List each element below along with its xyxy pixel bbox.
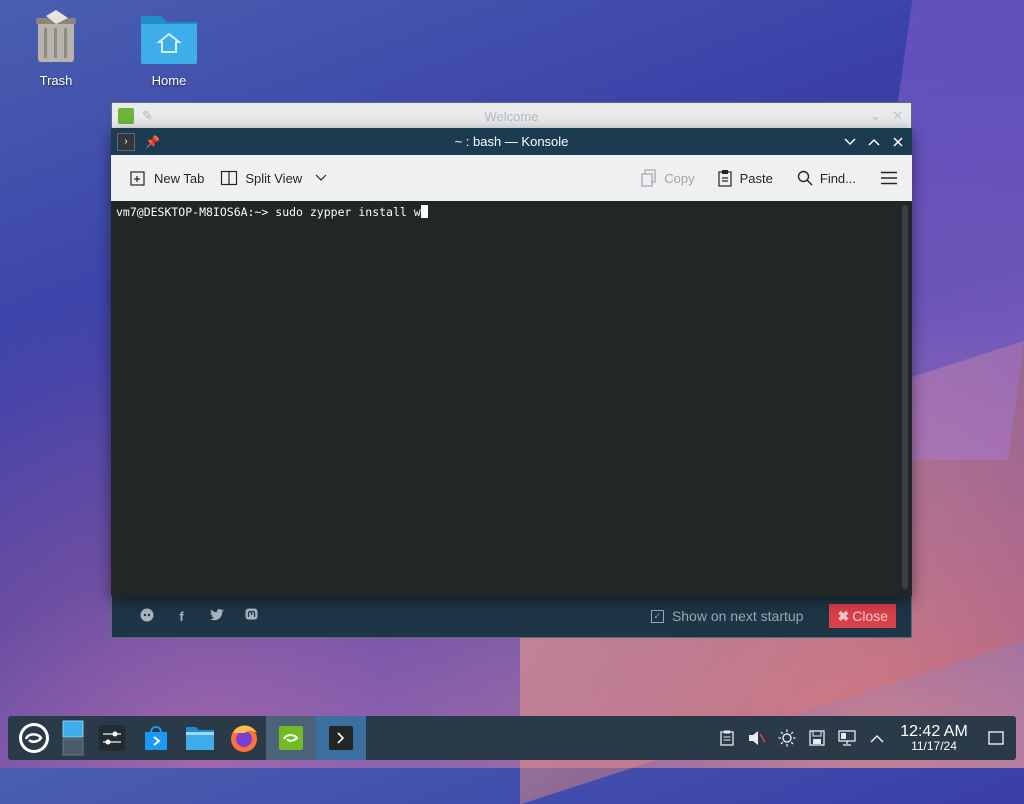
taskbar-opensuse-welcome[interactable] [266,716,316,760]
taskbar-system-settings[interactable] [90,716,134,760]
terminal-cursor [420,205,428,218]
tray-network[interactable] [832,716,862,760]
network-wired-icon [838,730,856,746]
konsole-titlebar[interactable]: › 📌 ~ : bash — Konsole [111,128,912,155]
close-button[interactable] [886,130,910,154]
firefox-icon [231,725,257,752]
desktop-icon-label: Trash [39,73,73,88]
save-disk-icon [809,730,825,746]
trash-icon [36,10,76,62]
tray-brightness[interactable] [772,716,802,760]
terminal-command: sudo zypper install w [275,205,421,219]
opensuse-launcher-icon [19,723,49,753]
chevron-down-icon[interactable] [315,174,327,182]
taskbar-dolphin[interactable] [178,716,222,760]
tray-disks[interactable] [802,716,832,760]
taskbar: 12:42 AM 11/17/24 [8,716,1016,760]
split-view-button[interactable]: Split View [212,162,335,194]
copy-label: Copy [664,170,695,186]
close-button-label: Close [852,608,888,624]
reddit-icon[interactable] [129,608,164,625]
chevron-up-icon [870,734,884,743]
tray-volume[interactable] [742,716,772,760]
desktop-icon-trash[interactable]: Trash [16,10,96,88]
discover-store-icon [145,726,167,750]
copy-icon [641,169,656,187]
opensuse-welcome-icon [279,726,303,750]
show-on-startup-label: Show on next startup [671,608,804,624]
taskbar-konsole[interactable] [316,716,366,760]
find-button[interactable]: Find... [789,162,864,194]
split-view-icon [221,170,238,186]
copy-button[interactable]: Copy [633,162,702,194]
konsole-app-icon[interactable]: › [117,132,135,151]
digital-clock[interactable]: 12:42 AM 11/17/24 [892,723,976,753]
virtual-desktop-icon [62,720,84,756]
chevron-up-icon [868,138,880,146]
new-tab-button[interactable]: New Tab [121,162,212,194]
chevron-down-icon[interactable]: ⌄ [870,108,881,124]
pager-widget[interactable] [56,716,90,760]
welcome-titlebar[interactable]: ✎ Welcome ⌄ ✕ [112,103,911,129]
tray-expand-button[interactable] [862,716,892,760]
show-desktop-button[interactable] [976,716,1016,760]
clock-date: 11/17/24 [911,739,957,753]
settings-sliders-icon [99,725,125,751]
close-button[interactable]: ✖ Close [829,604,896,628]
close-icon: ✖ [837,607,850,624]
hamburger-menu-icon [881,171,897,185]
hamburger-menu-button[interactable] [872,162,906,194]
clock-time: 12:42 AM [900,723,968,740]
paste-button[interactable]: Paste [709,162,781,194]
welcome-title: Welcome [484,108,539,124]
terminal-icon [329,726,353,750]
terminal-scrollbar[interactable] [902,205,908,589]
desktop-icon-label: Home [151,73,187,88]
terminal-prompt: vm7@DESKTOP-M8IOS6A:~> [116,205,269,219]
desktop-icon-home[interactable]: Home [129,10,209,88]
folder-home-icon [141,16,197,64]
konsole-toolbar: New Tab Split View Copy Paste Find... [111,155,912,202]
volume-muted-icon [749,731,766,745]
konsole-window: › 📌 ~ : bash — Konsole New Tab Split Vie… [111,128,912,596]
split-view-label: Split View [245,170,303,186]
pin-icon[interactable]: 📌 [145,135,160,149]
welcome-footer: f ✓ Show on next startup ✖ Close [112,595,911,637]
chevron-down-icon [844,137,856,145]
maximize-button[interactable] [862,130,886,154]
search-icon [797,170,813,186]
twitter-icon[interactable] [199,608,234,624]
minimize-button[interactable] [838,130,862,154]
konsole-title: ~ : bash — Konsole [454,134,569,149]
facebook-icon[interactable]: f [164,609,199,624]
terminal-area[interactable]: vm7@DESKTOP-M8IOS6A:~> sudo zypper insta… [111,201,912,596]
file-manager-icon [186,727,214,750]
show-desktop-icon [988,731,1004,745]
show-on-startup-checkbox[interactable]: ✓ Show on next startup [650,608,804,624]
paste-label: Paste [739,170,773,186]
mastodon-icon[interactable] [234,608,269,624]
close-icon [893,136,903,147]
tray-clipboard[interactable] [712,716,742,760]
paste-icon [718,170,732,187]
close-icon[interactable]: ✕ [892,108,903,124]
brightness-icon [778,729,796,747]
application-launcher-button[interactable] [12,716,56,760]
new-tab-icon [130,171,145,186]
find-label: Find... [819,170,856,186]
new-tab-label: New Tab [154,170,205,186]
taskbar-discover[interactable] [134,716,178,760]
clipboard-icon [720,730,734,746]
taskbar-firefox[interactable] [222,716,266,760]
checkbox-checked-icon: ✓ [650,609,664,623]
